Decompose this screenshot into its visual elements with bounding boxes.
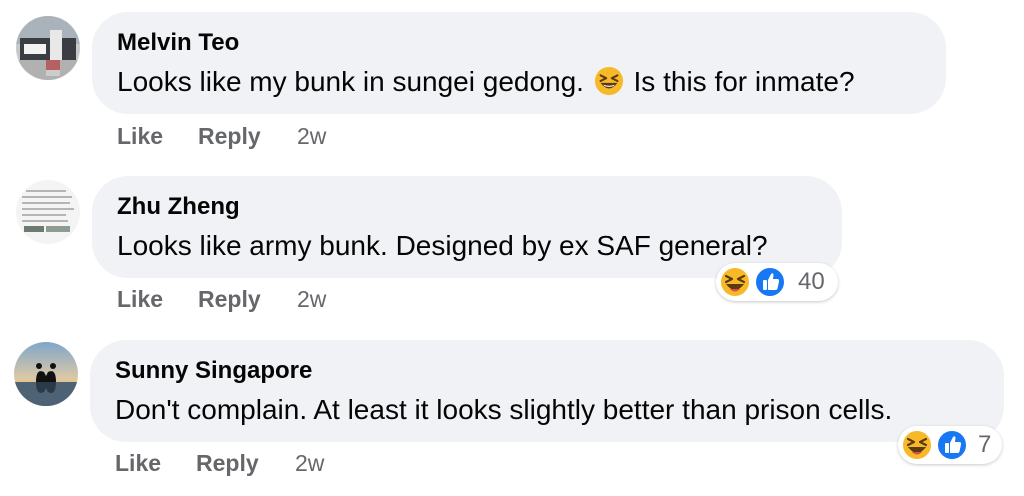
reply-button[interactable]: Reply bbox=[196, 449, 259, 477]
reactions-summary[interactable]: 7 bbox=[898, 426, 1002, 464]
comment-text: Don't complain. At least it looks slight… bbox=[115, 394, 893, 425]
like-button[interactable]: Like bbox=[115, 449, 161, 477]
comment-sunny-singapore: Sunny Singapore Don't complain. At least… bbox=[0, 0, 1024, 496]
comment-author[interactable]: Sunny Singapore bbox=[115, 357, 312, 385]
comment-timestamp[interactable]: 2w bbox=[295, 449, 324, 477]
haha-reaction-icon bbox=[901, 429, 933, 461]
avatar[interactable] bbox=[14, 342, 78, 406]
comment-bubble: Sunny Singapore Don't complain. At least… bbox=[90, 340, 1004, 442]
comment-actions: Like Reply 2w bbox=[115, 449, 415, 477]
reaction-count: 7 bbox=[978, 431, 992, 458]
like-reaction-icon bbox=[936, 429, 968, 461]
